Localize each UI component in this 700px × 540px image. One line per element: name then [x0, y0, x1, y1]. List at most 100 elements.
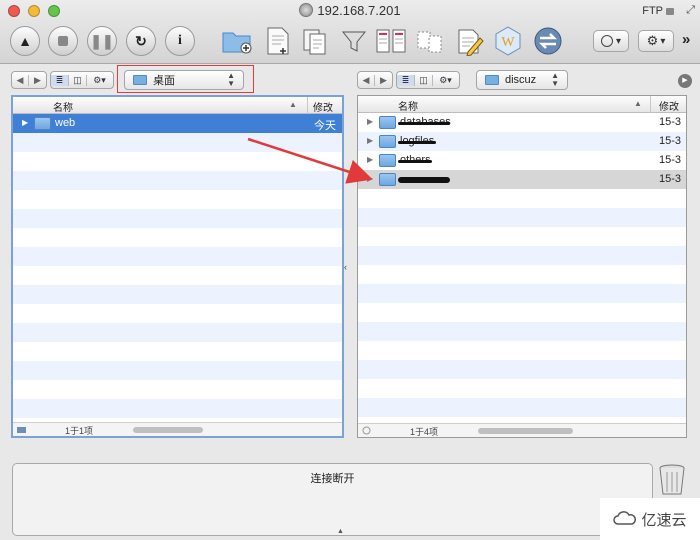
left-view-options[interactable]: ≣ ◫ ⚙▾ — [50, 71, 114, 89]
action-gear-icon[interactable]: ⚙▾ — [86, 74, 112, 86]
file-modified: 15-3 — [659, 154, 682, 166]
popup-arrows-icon: ▲ ▼ — [551, 71, 559, 88]
right-status-bar: 1于4项 — [358, 423, 686, 437]
duplicate-icon — [303, 29, 326, 55]
disclosure-triangle-icon[interactable]: ▶ — [367, 155, 373, 164]
new-file-button[interactable] — [262, 25, 294, 57]
pane-splitter-handle[interactable]: ‹ — [344, 262, 347, 272]
sync-icon — [417, 31, 442, 53]
list-item[interactable]: ▶ others 15-3 — [358, 151, 686, 170]
disk-icon — [362, 426, 371, 435]
list-item[interactable]: ▶ databases 15-3 — [358, 113, 686, 132]
horizontal-scrollbar[interactable] — [133, 427, 203, 433]
folder-icon — [34, 117, 51, 130]
disclosure-triangle-icon[interactable]: ▶ — [367, 136, 373, 145]
left-item-count: 1于1项 — [65, 426, 94, 436]
disclosure-triangle-icon[interactable]: ▶ — [367, 174, 373, 183]
list-view-icon[interactable]: ≣ — [397, 74, 414, 86]
right-view-options[interactable]: ≣ ◫ ⚙▾ — [396, 71, 460, 89]
file-modified: 15-3 — [659, 116, 682, 128]
column-view-icon[interactable]: ◫ — [68, 74, 86, 86]
title-toolbar: 192.168.7.201 FTP ⤢ ▲ ❚❚ ↻ i W ▾ ⚙ ▾ » — [0, 0, 700, 64]
folder-icon — [379, 116, 396, 129]
filter-icon — [341, 31, 367, 52]
forward-arrow-icon[interactable]: ▶ — [29, 75, 46, 86]
back-arrow-icon[interactable]: ◀ — [358, 74, 375, 86]
redaction-scribble — [398, 141, 436, 144]
right-back-forward[interactable]: ◀ ▶ — [357, 71, 393, 89]
left-file-list[interactable]: ▶ web 今天 — [13, 114, 342, 422]
up-button[interactable]: ▲ — [10, 26, 40, 56]
horizontal-scrollbar[interactable] — [478, 428, 573, 434]
window-title: 192.168.7.201 — [317, 3, 401, 18]
pause-icon: ❚❚ — [90, 32, 114, 49]
list-item[interactable]: ▶ web 今天 — [13, 114, 342, 133]
file-modified: 15-3 — [659, 135, 682, 147]
connect-button[interactable] — [532, 25, 564, 57]
forward-arrow-icon[interactable]: ▶ — [375, 75, 392, 86]
left-status-bar: 1于1项 — [13, 422, 342, 436]
watermark: 亿速云 — [600, 498, 700, 540]
folder-icon — [485, 75, 499, 85]
list-item[interactable]: ▶ logfiles 15-3 — [358, 132, 686, 151]
filter-button[interactable] — [338, 25, 370, 57]
gear-icon: ⚙ — [646, 33, 659, 48]
server-icon — [299, 3, 314, 17]
back-arrow-icon[interactable]: ◀ — [12, 74, 29, 86]
edit-icon — [458, 29, 484, 56]
settings-button[interactable]: ⚙ ▾ — [638, 30, 674, 52]
duplicate-button[interactable] — [300, 25, 332, 57]
fullscreen-icon[interactable]: ⤢ — [686, 4, 695, 17]
right-file-pane[interactable]: 名称 ▲ 修改日 ▶ databases 15-3 ▶ logfiles 15-… — [357, 95, 687, 438]
window-title-area: 192.168.7.201 — [0, 3, 700, 18]
redaction-scribble — [398, 177, 450, 183]
name-column-header[interactable]: 名称 — [398, 98, 418, 113]
new-folder-button[interactable] — [221, 25, 253, 57]
folder-icon — [379, 135, 396, 148]
compare-button[interactable] — [375, 25, 407, 57]
svg-text:W: W — [501, 35, 515, 50]
log-splitter-handle[interactable]: ▲ — [337, 528, 344, 535]
name-column-header[interactable]: 名称 — [53, 99, 73, 114]
action-gear-icon[interactable]: ⚙▾ — [432, 74, 458, 86]
play-icon[interactable]: ▶ — [678, 74, 692, 88]
sync-button[interactable] — [414, 25, 446, 57]
toolbar-overflow-button[interactable]: » — [682, 31, 690, 48]
file-name: web — [55, 117, 76, 129]
column-divider[interactable] — [307, 97, 308, 114]
folder-icon — [379, 154, 396, 167]
transcript-log[interactable]: 连接断开 — [12, 463, 653, 536]
disk-icon — [17, 427, 26, 433]
folder-icon — [379, 173, 396, 186]
file-modified: 今天 — [314, 120, 336, 132]
redaction-scribble — [398, 122, 450, 125]
disclosure-triangle-icon[interactable]: ▶ — [367, 117, 373, 126]
annotation-highlight-box — [117, 65, 254, 93]
stop-button[interactable] — [48, 26, 78, 56]
trash-icon[interactable] — [657, 462, 687, 496]
info-button[interactable]: i — [165, 26, 195, 56]
column-divider[interactable] — [650, 96, 651, 113]
refresh-button[interactable]: ↻ — [126, 26, 156, 56]
left-file-pane[interactable]: 名称 ▲ 修改日 ▶ web 今天 1于1项 — [11, 95, 344, 438]
protocol-label: FTP — [642, 5, 663, 17]
right-location-popup[interactable]: discuz ▲ ▼ — [476, 70, 568, 90]
column-view-icon[interactable]: ◫ — [414, 74, 432, 86]
left-column-header: 名称 ▲ 修改日 — [13, 97, 342, 129]
left-back-forward[interactable]: ◀ ▶ — [11, 71, 47, 89]
web-button[interactable]: W — [492, 25, 524, 57]
history-button[interactable]: ▾ — [593, 30, 629, 52]
compare-icon — [376, 29, 406, 53]
right-file-list[interactable]: ▶ databases 15-3 ▶ logfiles 15-3 ▶ other… — [358, 113, 686, 423]
watermark-text: 亿速云 — [641, 511, 687, 529]
log-text: 连接断开 — [310, 473, 355, 485]
pause-button[interactable]: ❚❚ — [87, 26, 117, 56]
refresh-icon: ↻ — [135, 32, 147, 49]
edit-button[interactable] — [453, 25, 485, 57]
disclosure-triangle-icon[interactable]: ▶ — [22, 118, 28, 127]
list-view-icon[interactable]: ≣ — [51, 74, 68, 86]
up-arrow-icon: ▲ — [18, 33, 32, 49]
list-item[interactable]: ▶ 15-3 — [358, 170, 686, 189]
file-modified: 15-3 — [659, 173, 682, 185]
new-folder-icon — [222, 32, 252, 54]
